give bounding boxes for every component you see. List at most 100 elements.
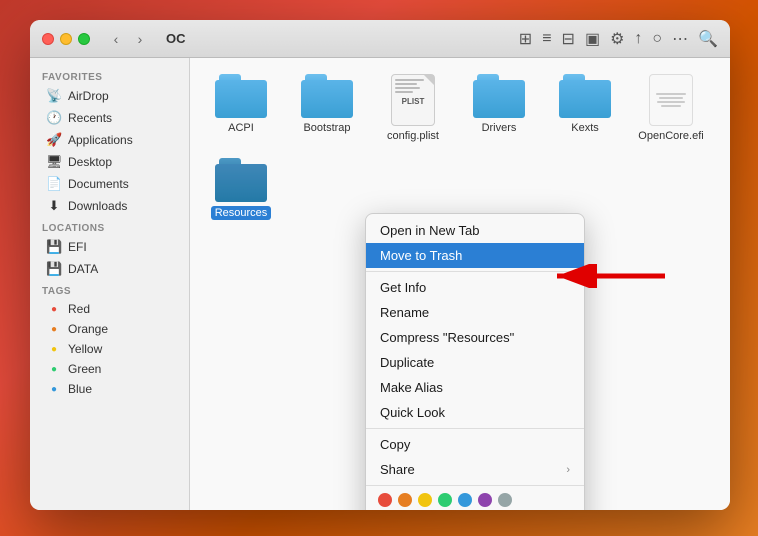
plist-icon: PLIST xyxy=(391,74,435,126)
list-view-icon[interactable]: ≡ xyxy=(542,30,551,48)
color-dot-orange[interactable] xyxy=(398,493,412,507)
airdrop-icon: 📡 xyxy=(46,88,62,104)
file-label-config-plist: config.plist xyxy=(387,130,439,142)
file-item-config-plist[interactable]: PLIST config.plist xyxy=(378,74,448,142)
color-dot-yellow[interactable] xyxy=(418,493,432,507)
tag-red-icon: ● xyxy=(46,304,62,315)
file-label-drivers: Drivers xyxy=(482,122,517,134)
folder-icon-resources xyxy=(215,158,267,202)
color-dot-purple[interactable] xyxy=(478,493,492,507)
sidebar: Favorites 📡 AirDrop 🕐 Recents 🚀 Applicat… xyxy=(30,58,190,510)
file-area[interactable]: ACPI Bootstrap xyxy=(190,58,730,510)
file-item-drivers[interactable]: Drivers xyxy=(464,74,534,142)
sidebar-tag-label: Red xyxy=(68,302,90,316)
color-dot-green[interactable] xyxy=(438,493,452,507)
maximize-button[interactable] xyxy=(78,33,90,45)
sidebar-item-applications[interactable]: 🚀 Applications xyxy=(34,129,185,151)
sidebar-item-tag-green[interactable]: ● Green xyxy=(34,359,185,379)
color-dot-red[interactable] xyxy=(378,493,392,507)
sidebar-tag-label: Green xyxy=(68,362,101,376)
sidebar-item-desktop[interactable]: 🖥 Desktop xyxy=(34,151,185,173)
red-arrow xyxy=(545,264,665,293)
file-item-kexts[interactable]: Kexts xyxy=(550,74,620,142)
ctx-rename[interactable]: Rename xyxy=(366,300,584,325)
file-item-resources[interactable]: Resources xyxy=(206,158,276,220)
file-item-acpi[interactable]: ACPI xyxy=(206,74,276,142)
sidebar-item-label: AirDrop xyxy=(68,89,109,103)
sidebar-item-downloads[interactable]: ⬇ Downloads xyxy=(34,195,185,217)
columns-view-icon[interactable]: ⊟ xyxy=(562,29,575,49)
locations-section-label: Locations xyxy=(30,217,189,236)
color-dot-gray[interactable] xyxy=(498,493,512,507)
ctx-color-dots xyxy=(366,489,584,510)
sidebar-item-label: EFI xyxy=(68,240,87,254)
folder-icon-bootstrap xyxy=(301,74,353,118)
ctx-compress[interactable]: Compress "Resources" xyxy=(366,325,584,350)
file-label-acpi: ACPI xyxy=(228,122,254,134)
ctx-separator-2 xyxy=(366,428,584,429)
sidebar-item-tag-red[interactable]: ● Red xyxy=(34,299,185,319)
ctx-open-new-tab[interactable]: Open in New Tab xyxy=(366,218,584,243)
sidebar-item-label: Recents xyxy=(68,111,112,125)
sidebar-item-label: Downloads xyxy=(68,199,127,213)
file-grid: ACPI Bootstrap xyxy=(206,74,714,220)
sidebar-item-label: Documents xyxy=(68,177,129,191)
file-label-resources: Resources xyxy=(211,206,272,220)
sidebar-item-label: Desktop xyxy=(68,155,112,169)
nav-buttons: ‹ › xyxy=(106,29,150,49)
action-icon[interactable]: ⋯ xyxy=(672,29,688,49)
ctx-duplicate[interactable]: Duplicate xyxy=(366,350,584,375)
ctx-copy[interactable]: Copy xyxy=(366,432,584,457)
traffic-lights xyxy=(42,33,90,45)
context-menu: Open in New Tab Move to Trash Get Info R… xyxy=(365,213,585,510)
grid-view-icon[interactable]: ⊞ xyxy=(519,29,532,49)
main-content: Favorites 📡 AirDrop 🕐 Recents 🚀 Applicat… xyxy=(30,58,730,510)
color-dot-blue[interactable] xyxy=(458,493,472,507)
ctx-share[interactable]: Share › xyxy=(366,457,584,482)
search-icon[interactable]: 🔍 xyxy=(698,29,718,49)
minimize-button[interactable] xyxy=(60,33,72,45)
sidebar-item-tag-yellow[interactable]: ● Yellow xyxy=(34,339,185,359)
recents-icon: 🕐 xyxy=(46,110,62,126)
sidebar-item-label: DATA xyxy=(68,262,98,276)
sidebar-item-label: Applications xyxy=(68,133,133,147)
sidebar-tag-label: Yellow xyxy=(68,342,102,356)
folder-icon-drivers xyxy=(473,74,525,118)
tag-green-icon: ● xyxy=(46,364,62,375)
sidebar-item-tag-orange[interactable]: ● Orange xyxy=(34,319,185,339)
sidebar-item-airdrop[interactable]: 📡 AirDrop xyxy=(34,85,185,107)
file-label-bootstrap: Bootstrap xyxy=(303,122,350,134)
file-label-kexts: Kexts xyxy=(571,122,599,134)
applications-icon: 🚀 xyxy=(46,132,62,148)
tag-orange-icon: ● xyxy=(46,324,62,335)
tag-blue-icon: ● xyxy=(46,384,62,395)
window-title: OC xyxy=(166,31,186,46)
file-item-opencore-efi[interactable]: OpenCore.efi xyxy=(636,74,706,142)
title-bar: ‹ › OC ⊞ ≡ ⊟ ▣ ⚙ ↑ ○ ⋯ 🔍 xyxy=(30,20,730,58)
sidebar-tag-label: Blue xyxy=(68,382,92,396)
efi-file-icon xyxy=(649,74,693,126)
forward-button[interactable]: › xyxy=(130,29,150,49)
view-options-icon[interactable]: ⚙ xyxy=(610,29,624,49)
sidebar-item-efi[interactable]: 💾 EFI xyxy=(34,236,185,258)
sidebar-item-documents[interactable]: 📄 Documents xyxy=(34,173,185,195)
gallery-view-icon[interactable]: ▣ xyxy=(585,29,600,49)
documents-icon: 📄 xyxy=(46,176,62,192)
file-label-opencore-efi: OpenCore.efi xyxy=(638,130,703,142)
ctx-quick-look[interactable]: Quick Look xyxy=(366,400,584,425)
ctx-make-alias[interactable]: Make Alias xyxy=(366,375,584,400)
tag-icon[interactable]: ○ xyxy=(652,30,662,48)
sidebar-item-tag-blue[interactable]: ● Blue xyxy=(34,379,185,399)
tags-section-label: Tags xyxy=(30,280,189,299)
desktop-icon: 🖥 xyxy=(46,154,62,170)
efi-drive-icon: 💾 xyxy=(46,239,62,255)
favorites-section-label: Favorites xyxy=(30,66,189,85)
file-item-bootstrap[interactable]: Bootstrap xyxy=(292,74,362,142)
sidebar-item-recents[interactable]: 🕐 Recents xyxy=(34,107,185,129)
back-button[interactable]: ‹ xyxy=(106,29,126,49)
share-icon[interactable]: ↑ xyxy=(634,30,642,48)
folder-icon-acpi xyxy=(215,74,267,118)
share-submenu-arrow: › xyxy=(566,464,570,476)
sidebar-item-data[interactable]: 💾 DATA xyxy=(34,258,185,280)
close-button[interactable] xyxy=(42,33,54,45)
